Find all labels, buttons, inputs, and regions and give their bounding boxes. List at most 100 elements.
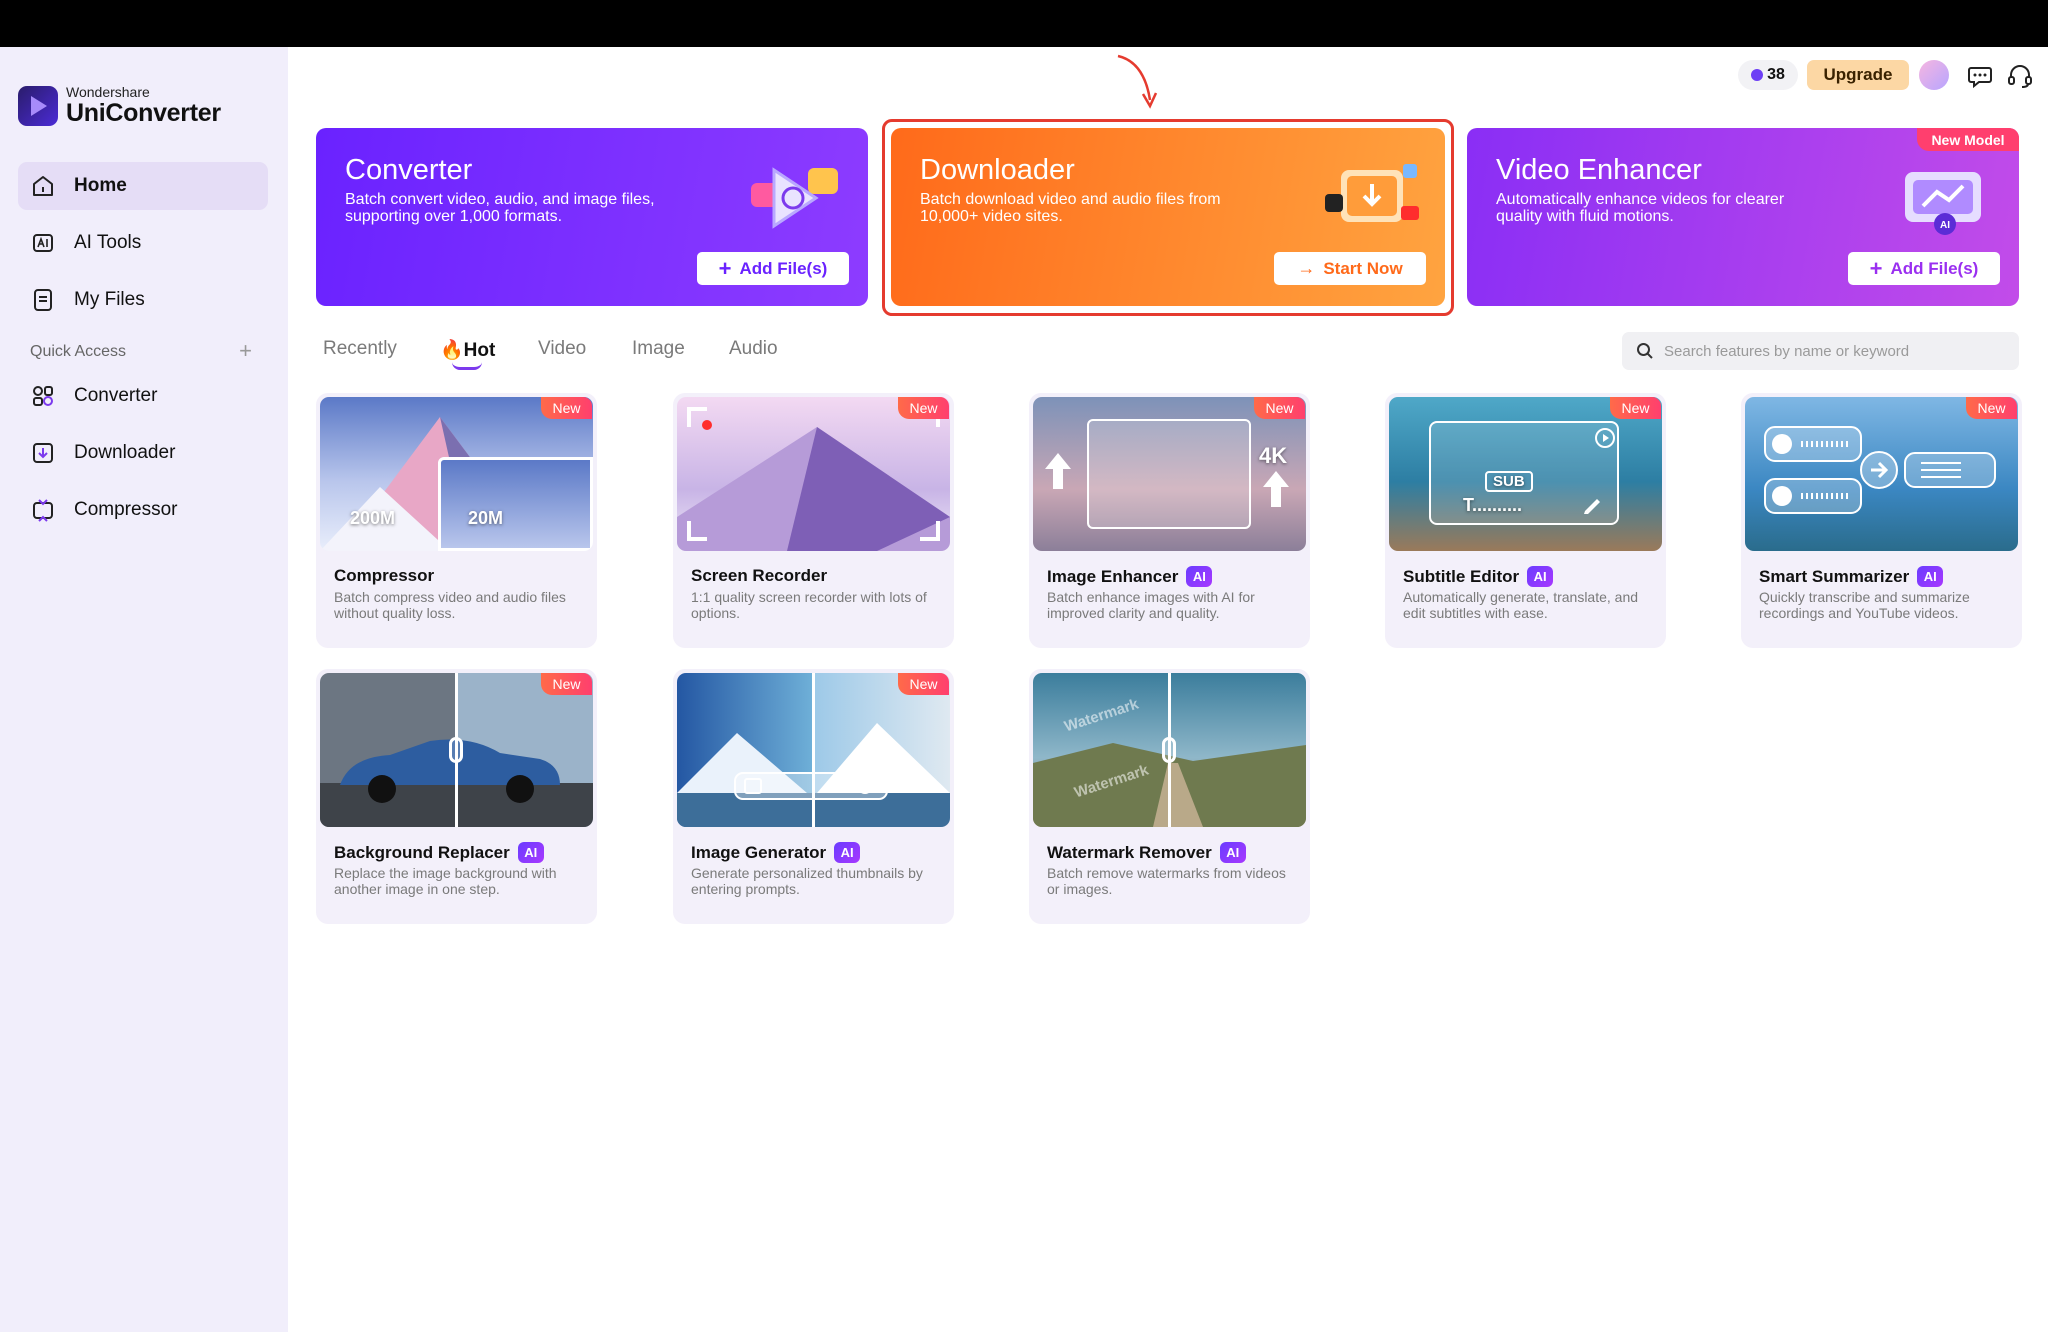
video-enhancer-banner[interactable]: Video Enhancer Automatically enhance vid… <box>1467 128 2019 306</box>
home-icon <box>33 176 53 196</box>
arrow-up-icon <box>1045 453 1071 489</box>
coin-icon <box>1751 69 1764 81</box>
card-watermark-remover[interactable]: Watermark Watermark Watermark Remover AI … <box>1029 669 1310 924</box>
card-title: Image Generator AI <box>691 842 861 863</box>
add-files-button[interactable]: + Add File(s) <box>1848 252 2000 285</box>
message-button[interactable] <box>1966 60 1994 92</box>
support-button[interactable] <box>2006 60 2034 92</box>
avatar[interactable] <box>1919 60 1949 90</box>
subtitle-editor-thumbnail: SUB T.......... <box>1389 397 1662 551</box>
card-smart-summarizer[interactable]: New Smart Summarizer AI Quickly transcrib… <box>1741 393 2022 648</box>
button-label: Add File(s) <box>1890 258 1979 278</box>
converter-illustration-icon <box>751 167 838 229</box>
card-desc: Quickly transcribe and summarize recordi… <box>1759 589 1970 621</box>
compare-handle[interactable] <box>449 737 463 763</box>
pencil-icon <box>1584 499 1600 514</box>
video-enhancer-illustration-icon: AI <box>1905 172 1981 235</box>
sidebar-item-label: Converter <box>74 385 158 406</box>
new-model-badge: New Model <box>1917 128 2019 151</box>
svg-text:AI: AI <box>1940 220 1950 231</box>
fire-icon: 🔥 <box>440 340 464 361</box>
card-title-text: Background Replacer <box>334 842 510 862</box>
tab-hot[interactable]: 🔥Hot <box>440 338 495 362</box>
sub-label: SUB <box>1485 471 1533 492</box>
card-title-text: Image Generator <box>691 842 827 862</box>
play-icon <box>1595 428 1615 448</box>
sidebar-item-compressor[interactable]: Compressor <box>18 486 268 534</box>
card-desc: Batch compress video and audio files wit… <box>334 589 566 621</box>
sidebar-item-home[interactable]: Home <box>18 162 268 210</box>
add-files-button[interactable]: + Add File(s) <box>697 252 849 285</box>
card-title-text: Smart Summarizer <box>1759 566 1910 586</box>
coin-count: 38 <box>1767 66 1785 83</box>
ai-badge: AI <box>1917 566 1944 587</box>
sidebar-item-label: Home <box>74 175 127 196</box>
4k-label: 4K <box>1259 443 1288 468</box>
ai-tools-icon <box>33 234 53 252</box>
compare-handle[interactable] <box>1162 737 1176 763</box>
compressor-icon <box>33 499 53 522</box>
new-badge: New <box>1254 397 1305 419</box>
tab-image[interactable]: Image <box>632 338 685 360</box>
sidebar-item-downloader[interactable]: Downloader <box>18 429 268 477</box>
button-label: Add File(s) <box>739 258 828 278</box>
banner-title: Downloader <box>920 154 1075 186</box>
smart-summarizer-thumbnail <box>1745 397 2018 551</box>
add-quick-access-button[interactable]: + <box>239 340 252 362</box>
banner-desc: Automatically enhance videos for clearer… <box>1496 191 1785 225</box>
app-logo: Wondershare UniConverter <box>18 85 221 126</box>
downloader-illustration-icon <box>1325 164 1419 222</box>
card-desc: Generate personalized thumbnails by ente… <box>691 865 923 897</box>
coin-balance[interactable]: 38 <box>1738 60 1798 90</box>
card-image-generator[interactable]: New Image Generator AI Generate personali… <box>673 669 954 924</box>
search-placeholder: Search features by name or keyword <box>1664 342 1910 360</box>
card-desc: 1:1 quality screen recorder with lots of… <box>691 589 927 621</box>
active-tab-indicator <box>452 362 482 370</box>
sidebar-item-converter[interactable]: Converter <box>18 372 268 420</box>
card-title-text: Subtitle Editor <box>1403 566 1520 586</box>
card-compressor[interactable]: 200M 20M New Compressor Batch compress v… <box>316 393 597 648</box>
banner-title: Video Enhancer <box>1496 154 1702 186</box>
sidebar-item-label: Compressor <box>74 499 178 520</box>
search-input[interactable]: Search features by name or keyword <box>1622 332 2019 370</box>
annotation-arrow-icon <box>1117 54 1158 109</box>
banner-title: Converter <box>345 154 473 186</box>
sidebar-item-ai-tools[interactable]: AI Tools <box>18 219 268 267</box>
card-title: Watermark Remover AI <box>1047 842 1246 863</box>
card-subtitle-editor[interactable]: SUB T.......... New Subtitle Editor AI Au… <box>1385 393 1666 648</box>
sidebar-item-label: AI Tools <box>74 232 142 253</box>
card-background-replacer[interactable]: New Background Replacer AI Replace the im… <box>316 669 597 924</box>
brand-small: Wondershare <box>66 84 150 100</box>
uniconverter-logo-icon <box>18 85 58 126</box>
image-enhancer-thumbnail: 4K <box>1033 397 1306 551</box>
headset-icon <box>2008 65 2032 88</box>
ai-badge: AI <box>834 842 861 863</box>
tab-recently[interactable]: Recently <box>323 338 397 360</box>
converter-banner[interactable]: Converter Batch convert video, audio, an… <box>316 128 868 306</box>
card-desc: Automatically generate, translate, and e… <box>1403 589 1639 621</box>
background-replacer-thumbnail <box>320 673 593 827</box>
ai-badge: AI <box>1186 566 1213 587</box>
new-badge: New <box>541 673 592 695</box>
start-now-button[interactable]: → Start Now <box>1274 252 1426 285</box>
sidebar-item-label: My Files <box>74 289 145 310</box>
search-icon <box>1637 343 1653 359</box>
tab-video[interactable]: Video <box>538 338 586 360</box>
card-image-enhancer[interactable]: 4K New Image Enhancer AI Batch enhance im… <box>1029 393 1310 648</box>
plus-icon: + <box>1869 255 1883 281</box>
ai-badge: AI <box>1219 842 1246 863</box>
sidebar-item-label: Downloader <box>74 442 176 463</box>
new-badge: New <box>1610 397 1661 419</box>
top-black-bar <box>0 0 2048 47</box>
card-title: Screen Recorder <box>691 566 827 586</box>
banner-desc: Batch download video and audio files fro… <box>920 191 1221 225</box>
downloader-icon <box>33 443 53 463</box>
quick-access-label: Quick Access <box>30 343 127 360</box>
sidebar: Wondershare UniConverter Home AI Tools M… <box>0 47 288 1332</box>
downloader-banner[interactable]: Downloader Batch download video and audi… <box>891 128 1445 306</box>
sidebar-item-my-files[interactable]: My Files <box>18 276 268 324</box>
tab-audio[interactable]: Audio <box>729 338 778 360</box>
banner-desc: Batch convert video, audio, and image fi… <box>345 191 655 225</box>
card-screen-recorder[interactable]: New Screen Recorder 1:1 quality screen r… <box>673 393 954 648</box>
upgrade-button[interactable]: Upgrade <box>1807 60 1909 90</box>
